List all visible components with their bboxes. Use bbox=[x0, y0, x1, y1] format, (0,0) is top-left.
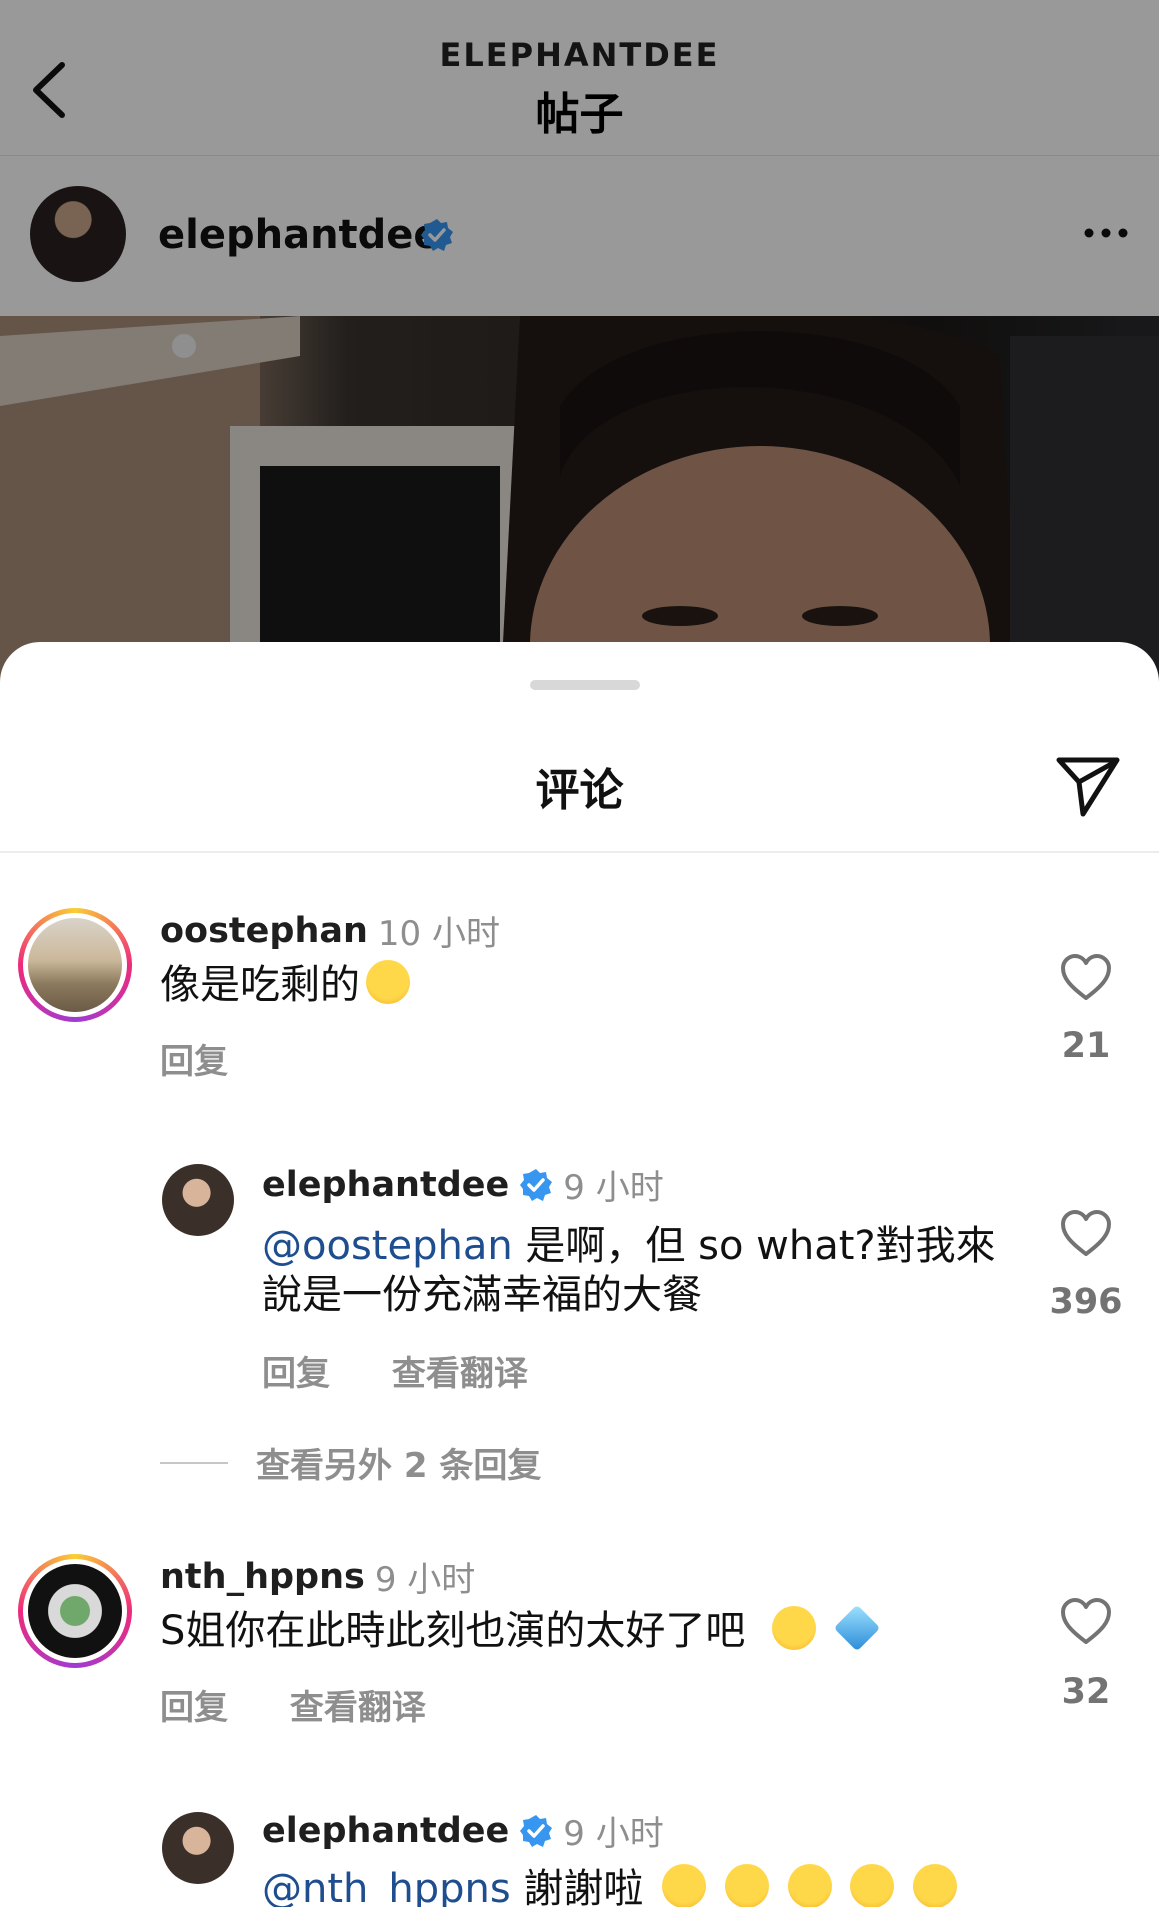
sheet-title: 评论 bbox=[535, 765, 624, 816]
drag-handle[interactable] bbox=[530, 680, 640, 690]
comment-username[interactable]: nth_hppns bbox=[160, 1557, 365, 1597]
avatar[interactable] bbox=[162, 1164, 234, 1236]
heart-icon[interactable] bbox=[1060, 1210, 1112, 1258]
avatar[interactable] bbox=[18, 908, 132, 1022]
comment-username[interactable]: elephantdee bbox=[262, 1165, 509, 1205]
comment-text-line1: 是啊，但 so what?對我來 bbox=[512, 1223, 996, 1269]
comment-text: 謝謝啦 bbox=[510, 1866, 644, 1907]
post-page: ELEPHANTDEE 帖子 elephantdee bbox=[0, 0, 1159, 700]
crying-emoji bbox=[787, 1864, 832, 1907]
paper-plane-icon bbox=[1056, 757, 1120, 817]
gem-emoji bbox=[833, 1604, 881, 1652]
comment-username[interactable]: oostephan bbox=[160, 911, 368, 951]
view-more-replies-label: 查看另外 2 条回复 bbox=[256, 1446, 542, 1486]
comment-text-line2: 說是一份充滿幸福的大餐 bbox=[262, 1272, 702, 1318]
translate-button[interactable]: 查看翻译 bbox=[392, 1354, 528, 1394]
dim-overlay[interactable] bbox=[0, 0, 1159, 700]
comment-username[interactable]: elephantdee bbox=[262, 1811, 509, 1851]
crying-emoji bbox=[724, 1864, 769, 1907]
reply-button[interactable]: 回复 bbox=[160, 1688, 228, 1728]
heart-icon[interactable] bbox=[1060, 954, 1112, 1002]
like-count: 396 bbox=[1049, 1282, 1123, 1322]
comment-text: 像是吃剩的 bbox=[160, 962, 360, 1008]
tears-of-joy-emoji bbox=[366, 960, 410, 1004]
divider bbox=[160, 1461, 228, 1464]
heart-icon[interactable] bbox=[1060, 1598, 1112, 1646]
divider bbox=[0, 851, 1159, 853]
reply-button[interactable]: 回复 bbox=[160, 1042, 228, 1082]
view-more-replies[interactable]: 查看另外 2 条回复 bbox=[160, 1438, 541, 1487]
comments-sheet: 评论 oostephan 10 小时 像是吃剩的 回复 21 elephantd… bbox=[0, 642, 1159, 1907]
comment-time: 9 小时 bbox=[563, 1168, 664, 1208]
reply-button[interactable]: 回复 bbox=[262, 1354, 330, 1394]
mention-link[interactable]: @oostephan bbox=[262, 1223, 513, 1269]
translate-button[interactable]: 查看翻译 bbox=[290, 1688, 426, 1728]
share-button[interactable] bbox=[1055, 752, 1121, 818]
comment-time: 9 小时 bbox=[563, 1814, 664, 1854]
sad-tear-emoji bbox=[772, 1606, 817, 1650]
verified-badge-icon bbox=[520, 1814, 553, 1847]
avatar[interactable] bbox=[162, 1812, 234, 1884]
verified-badge-icon bbox=[520, 1168, 553, 1201]
avatar[interactable] bbox=[18, 1554, 132, 1668]
comment-time: 9 小时 bbox=[374, 1560, 476, 1600]
like-count: 32 bbox=[1061, 1672, 1111, 1712]
crying-emoji bbox=[850, 1864, 895, 1907]
crying-emoji bbox=[913, 1864, 958, 1907]
comment-text: S姐你在此時此刻也演的太好了吧 bbox=[160, 1608, 746, 1654]
crying-emoji bbox=[662, 1864, 707, 1907]
mention-link[interactable]: @nth_hppns bbox=[262, 1866, 511, 1907]
like-count: 21 bbox=[1061, 1026, 1111, 1066]
comment-time: 10 小时 bbox=[377, 914, 500, 954]
